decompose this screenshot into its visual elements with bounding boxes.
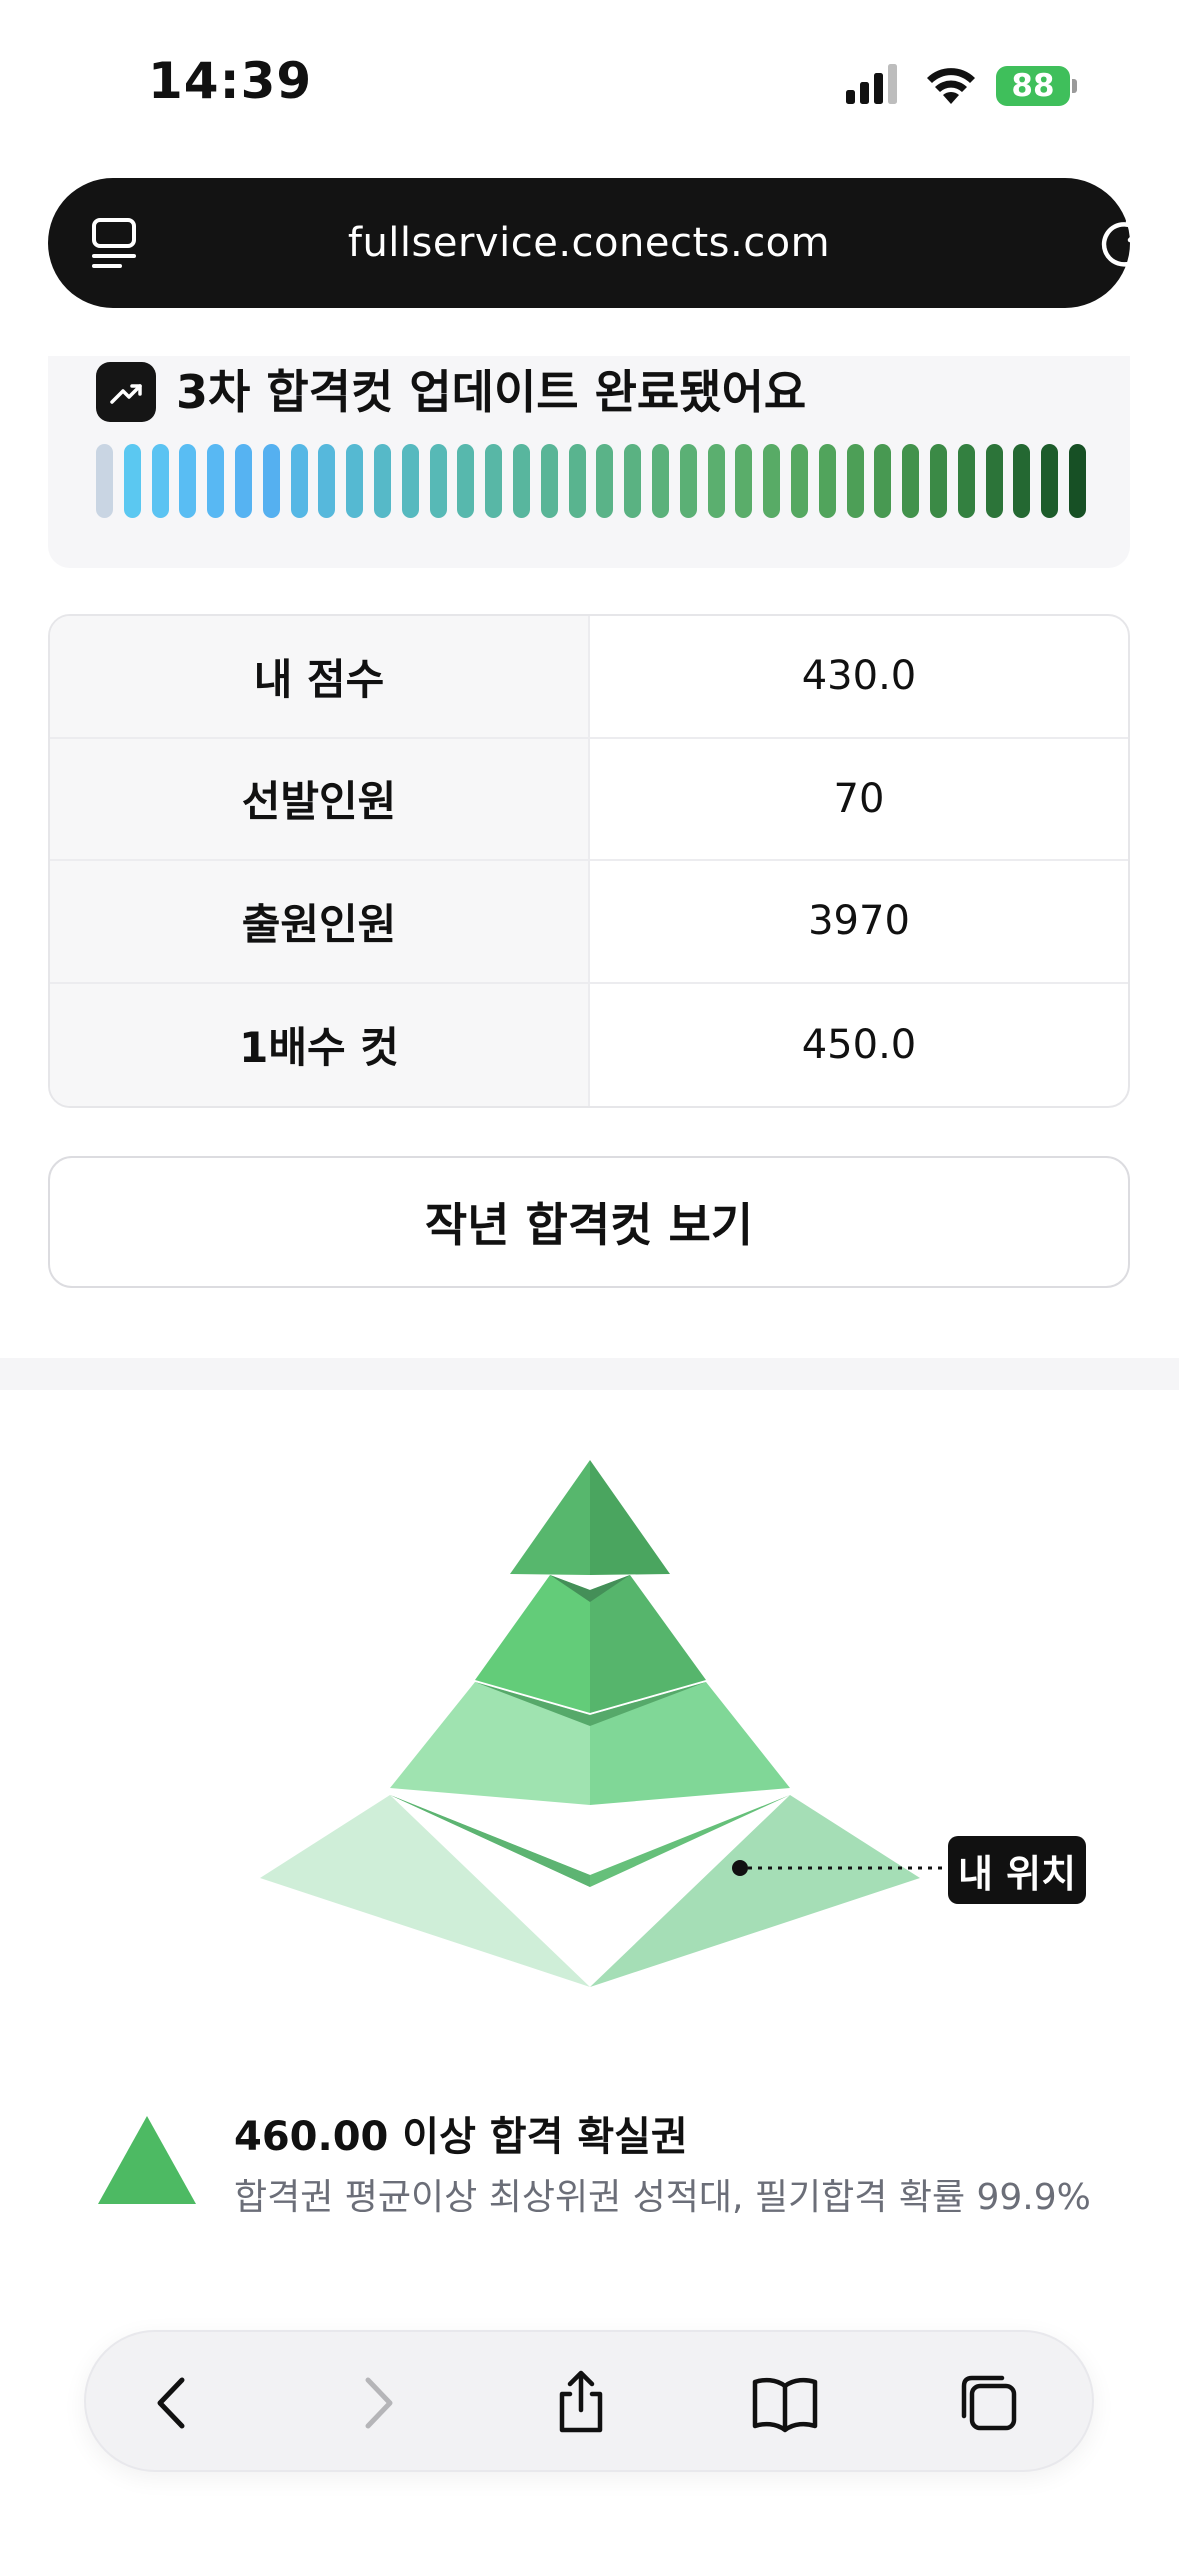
address-bar[interactable]: fullservice.conects.com xyxy=(48,178,1147,308)
progress-segment xyxy=(568,444,586,518)
progress-segment xyxy=(818,444,836,518)
row-value: 430.0 xyxy=(801,653,917,700)
progress-segment xyxy=(540,444,558,518)
battery-level: 88 xyxy=(1011,68,1055,104)
progress-segment xyxy=(373,444,391,518)
pyramid-tier-4 xyxy=(260,1795,920,1987)
battery-icon: 88 xyxy=(996,66,1078,106)
progress-segment xyxy=(1041,444,1059,518)
progress-segment xyxy=(902,444,920,518)
progress-segment xyxy=(596,444,614,518)
status-bar: 14:39 88 xyxy=(0,0,1179,170)
last-year-cutoff-button[interactable]: 작년 합격컷 보기 xyxy=(48,1156,1130,1288)
update-progress-bar xyxy=(96,444,1086,518)
update-card: 3차 합격컷 업데이트 완료됐어요 xyxy=(48,356,1130,568)
progress-segment xyxy=(929,444,947,518)
progress-segment xyxy=(262,444,280,518)
bookmarks-icon[interactable] xyxy=(750,2368,820,2438)
wifi-icon xyxy=(927,68,975,104)
back-icon[interactable] xyxy=(138,2368,208,2438)
legend-title: 460.00 이상 합격 확실권 xyxy=(234,2114,688,2160)
progress-segment xyxy=(485,444,503,518)
trending-up-icon xyxy=(96,362,156,422)
table-row: 출원인원 3970 xyxy=(50,861,1128,984)
progress-segment xyxy=(346,444,364,518)
progress-segment xyxy=(234,444,252,518)
progress-segment xyxy=(457,444,475,518)
row-label: 내 점수 xyxy=(50,616,590,737)
my-position-dot xyxy=(732,1860,748,1876)
reload-icon[interactable] xyxy=(1098,216,1150,270)
progress-segment xyxy=(957,444,975,518)
forward-icon[interactable] xyxy=(342,2368,412,2438)
progress-segment xyxy=(651,444,669,518)
table-row: 1배수 컷 450.0 xyxy=(50,983,1128,1106)
row-value: 70 xyxy=(833,775,885,822)
pass-level-pyramid xyxy=(260,1460,950,1987)
progress-segment xyxy=(207,444,225,518)
section-divider xyxy=(0,1358,1179,1390)
pyramid-tier-1 xyxy=(510,1460,670,1575)
progress-segment xyxy=(318,444,336,518)
browser-toolbar xyxy=(84,2330,1094,2472)
score-info-table: 내 점수 430.0 선발인원 70 출원인원 3970 1배수 컷 450.0 xyxy=(48,614,1130,1108)
url-text[interactable]: fullservice.conects.com xyxy=(48,178,1130,308)
progress-segment xyxy=(763,444,781,518)
table-row: 내 점수 430.0 xyxy=(50,616,1128,739)
row-value: 3970 xyxy=(808,898,910,945)
progress-segment xyxy=(96,444,113,518)
progress-segment xyxy=(123,444,141,518)
cellular-signal-icon xyxy=(846,64,897,104)
progress-segment xyxy=(790,444,808,518)
row-label: 선발인원 xyxy=(50,738,590,859)
progress-segment xyxy=(429,444,447,518)
status-time: 14:39 xyxy=(148,52,313,110)
progress-segment xyxy=(179,444,197,518)
progress-segment xyxy=(735,444,753,518)
row-label: 출원인원 xyxy=(50,861,590,982)
row-label: 1배수 컷 xyxy=(50,983,590,1106)
progress-segment xyxy=(401,444,419,518)
my-position-label: 내 위치 xyxy=(948,1836,1086,1904)
progress-segment xyxy=(1068,444,1086,518)
progress-segment xyxy=(151,444,169,518)
progress-segment xyxy=(1013,444,1031,518)
progress-segment xyxy=(985,444,1003,518)
progress-segment xyxy=(624,444,642,518)
progress-segment xyxy=(512,444,530,518)
table-row: 선발인원 70 xyxy=(50,738,1128,861)
progress-segment xyxy=(679,444,697,518)
tab-overview-icon[interactable] xyxy=(954,2368,1024,2438)
row-value: 450.0 xyxy=(801,1021,917,1068)
progress-segment xyxy=(846,444,864,518)
update-title: 3차 합격컷 업데이트 완료됐어요 xyxy=(176,365,807,419)
progress-segment xyxy=(290,444,308,518)
share-icon[interactable] xyxy=(546,2368,616,2438)
legend-description: 합격권 평균이상 최상위권 성적대, 필기합격 확률 99.9% xyxy=(234,2177,1091,2218)
legend-triangle-icon xyxy=(98,2116,196,2204)
progress-segment xyxy=(707,444,725,518)
progress-segment xyxy=(874,444,892,518)
